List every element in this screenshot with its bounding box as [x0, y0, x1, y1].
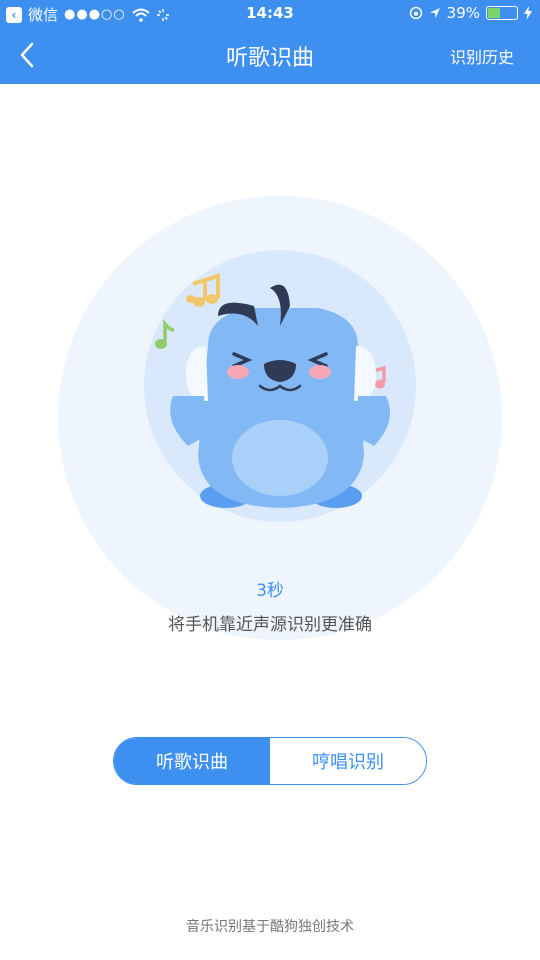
location-arrow-icon [429, 8, 440, 18]
tab-hum-recognize[interactable]: 哼唱识别 [270, 738, 426, 784]
status-bar: ‹ 微信 ●●●○○ 14:43 39% [0, 0, 540, 28]
mode-switch: 听歌识曲 哼唱识别 [113, 737, 427, 785]
recognition-history-button[interactable]: 识别历史 [450, 44, 514, 68]
top-bar: ‹ 微信 ●●●○○ 14:43 39% 听歌识曲 识别历史 [0, 0, 540, 84]
tab-listen-song[interactable]: 听歌识曲 [114, 738, 270, 784]
battery-percent: 39% [446, 4, 480, 22]
charging-bolt-icon [524, 6, 532, 20]
battery-icon [486, 6, 518, 20]
footer-note: 音乐识别基于酷狗独创技术 [186, 919, 354, 935]
listening-illustration [58, 196, 502, 640]
status-right: 39% [409, 4, 532, 22]
countdown-timer: 3秒 [256, 581, 284, 601]
rotation-lock-icon [409, 6, 422, 20]
recognition-hint: 将手机靠近声源识别更准确 [168, 615, 372, 635]
nav-bar: 听歌识曲 识别历史 [0, 28, 540, 84]
